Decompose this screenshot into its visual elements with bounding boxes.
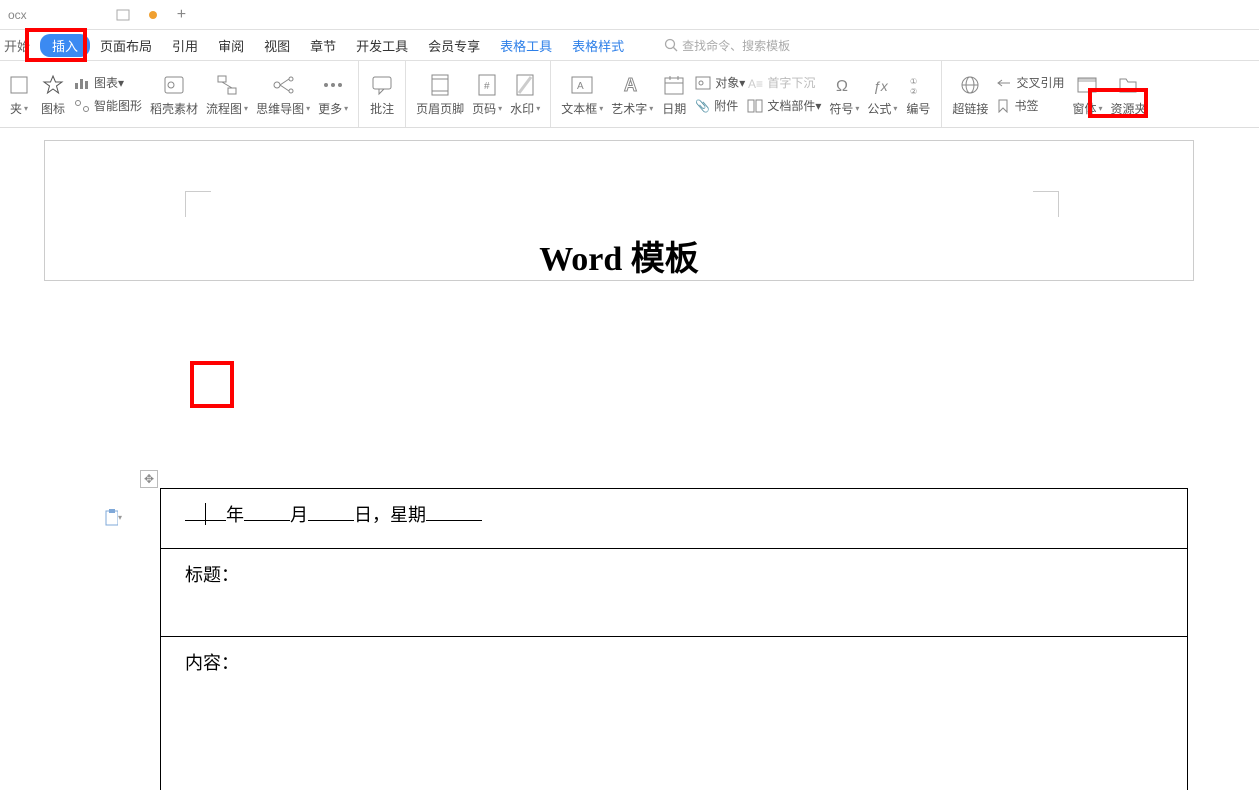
table-cell-heading[interactable]: 标题： (161, 549, 1188, 637)
flowchart-icon (214, 72, 240, 98)
tab-review[interactable]: 审阅 (208, 32, 254, 59)
btn-attachment[interactable]: 📎附件 (695, 97, 745, 114)
mindmap-icon (270, 72, 296, 98)
generic-icon (6, 72, 32, 98)
ribbon-insert: 夹▾ 图标 图表▾ 智能图形 稻壳素材 流程图▾ 思维导图▾ 更多▾ 批注 页眉… (0, 60, 1259, 128)
search-placeholder: 查找命令、搜索模板 (682, 37, 790, 54)
tab-view[interactable]: 视图 (254, 32, 300, 59)
new-tab-button[interactable]: + (177, 6, 186, 24)
btn-cross-ref[interactable]: 交叉引用 (996, 74, 1064, 91)
btn-chart[interactable]: 图表▾ (74, 74, 142, 91)
cross-ref-icon (996, 76, 1012, 90)
search-icon (664, 38, 678, 52)
btn-symbol[interactable]: Ω 符号▾ (825, 61, 863, 127)
page[interactable]: Word 模板 (44, 140, 1194, 281)
btn-object[interactable]: 对象▾ (695, 74, 745, 91)
btn-window[interactable]: 窗体▾ (1068, 61, 1106, 127)
object-icon (695, 76, 711, 90)
art-text-icon: A (619, 72, 645, 98)
btn-art-text[interactable]: A 艺术字▾ (607, 61, 657, 127)
btn-doc-parts[interactable]: 文档部件▾ (747, 97, 821, 114)
btn-formula[interactable]: ƒx 公式▾ (863, 61, 901, 127)
window-form-icon (1074, 72, 1100, 98)
status-dot-icon (149, 11, 157, 19)
bookmark-icon (996, 99, 1010, 113)
window-icon[interactable] (115, 7, 131, 23)
svg-text:A≡: A≡ (748, 77, 763, 90)
tab-table-tools[interactable]: 表格工具 (490, 32, 562, 59)
svg-text:Ω: Ω (836, 78, 848, 95)
svg-text:ƒx: ƒx (873, 78, 889, 94)
attachment-icon: 📎 (695, 99, 710, 113)
table-cell-content[interactable]: 内容： (161, 637, 1188, 790)
smart-graphic-icon (74, 99, 90, 113)
btn-page-number[interactable]: # 页码▾ (468, 61, 506, 127)
textbox-icon: A (569, 72, 595, 98)
document-title[interactable]: Word 模板 (45, 231, 1193, 280)
page-number-icon: # (474, 72, 500, 98)
more-icon (320, 72, 346, 98)
btn-smart-graphic[interactable]: 智能图形 (74, 97, 142, 114)
menu-bar: 开始 插入 页面布局 引用 审阅 视图 章节 开发工具 会员专享 表格工具 表格… (0, 30, 1259, 60)
hyperlink-icon (957, 72, 983, 98)
btn-watermark[interactable]: 水印▾ (506, 61, 551, 127)
btn-comment[interactable]: 批注 (365, 61, 406, 127)
svg-text:A: A (624, 75, 637, 95)
svg-text:①: ① (910, 77, 917, 86)
tab-chapter[interactable]: 章节 (300, 32, 346, 59)
btn-drop-cap: A≡首字下沉 (747, 74, 821, 91)
btn-header-footer[interactable]: 页眉页脚 (412, 61, 468, 127)
btn-more[interactable]: 更多▾ (314, 61, 359, 127)
svg-text:②: ② (910, 87, 917, 96)
text-cursor (205, 503, 206, 525)
btn-flowchart[interactable]: 流程图▾ (202, 61, 252, 127)
watermark-icon (512, 72, 538, 98)
comment-icon (369, 72, 395, 98)
table-move-handle[interactable]: ✥ (140, 470, 158, 488)
date-icon (661, 72, 687, 98)
btn-hyperlink[interactable]: 超链接 (948, 61, 992, 127)
tab-insert[interactable]: 插入 (40, 34, 90, 57)
btn-docer[interactable]: 稻壳素材 (146, 61, 202, 127)
svg-text:#: # (484, 81, 490, 92)
btn-resource[interactable]: 资源夹 (1106, 61, 1150, 127)
chart-icon (74, 76, 90, 90)
btn-icons[interactable]: 图标 (36, 61, 70, 127)
formula-icon: ƒx (869, 72, 895, 98)
drop-cap-icon: A≡ (747, 76, 763, 90)
command-search[interactable]: 查找命令、搜索模板 (664, 37, 790, 54)
tab-page-layout[interactable]: 页面布局 (90, 32, 162, 59)
docer-icon (161, 72, 187, 98)
tab-start[interactable]: 开始 (2, 32, 40, 59)
margin-corner-tl (185, 191, 211, 217)
paste-options-icon[interactable]: ▾ (104, 508, 122, 526)
btn-partial[interactable]: 夹▾ (2, 61, 36, 127)
document-table[interactable]: 年月日，星期 标题： 内容： (160, 488, 1188, 790)
number-icon: ①② (905, 72, 931, 98)
tab-member[interactable]: 会员专享 (418, 32, 490, 59)
doc-parts-icon (747, 99, 763, 113)
resource-icon (1115, 72, 1141, 98)
star-icon (40, 72, 66, 98)
svg-text:A: A (577, 81, 584, 92)
btn-textbox[interactable]: A 文本框▾ (557, 61, 607, 127)
btn-mindmap[interactable]: 思维导图▾ (252, 61, 314, 127)
margin-corner-tr (1033, 191, 1059, 217)
tab-dev-tools[interactable]: 开发工具 (346, 32, 418, 59)
tab-references[interactable]: 引用 (162, 32, 208, 59)
document-canvas[interactable]: Word 模板 ✥ ▾ 年月日，星期 标题： 内容： (0, 130, 1259, 790)
symbol-icon: Ω (831, 72, 857, 98)
header-footer-icon (427, 72, 453, 98)
btn-date[interactable]: 日期 (657, 61, 691, 127)
title-bar: ocx + (0, 0, 1259, 30)
tab-table-style[interactable]: 表格样式 (562, 32, 634, 59)
btn-bookmark[interactable]: 书签 (996, 97, 1064, 114)
table-cell-date[interactable]: 年月日，星期 (161, 489, 1188, 549)
filename: ocx (8, 8, 27, 22)
btn-number[interactable]: ①② 编号 (901, 61, 942, 127)
